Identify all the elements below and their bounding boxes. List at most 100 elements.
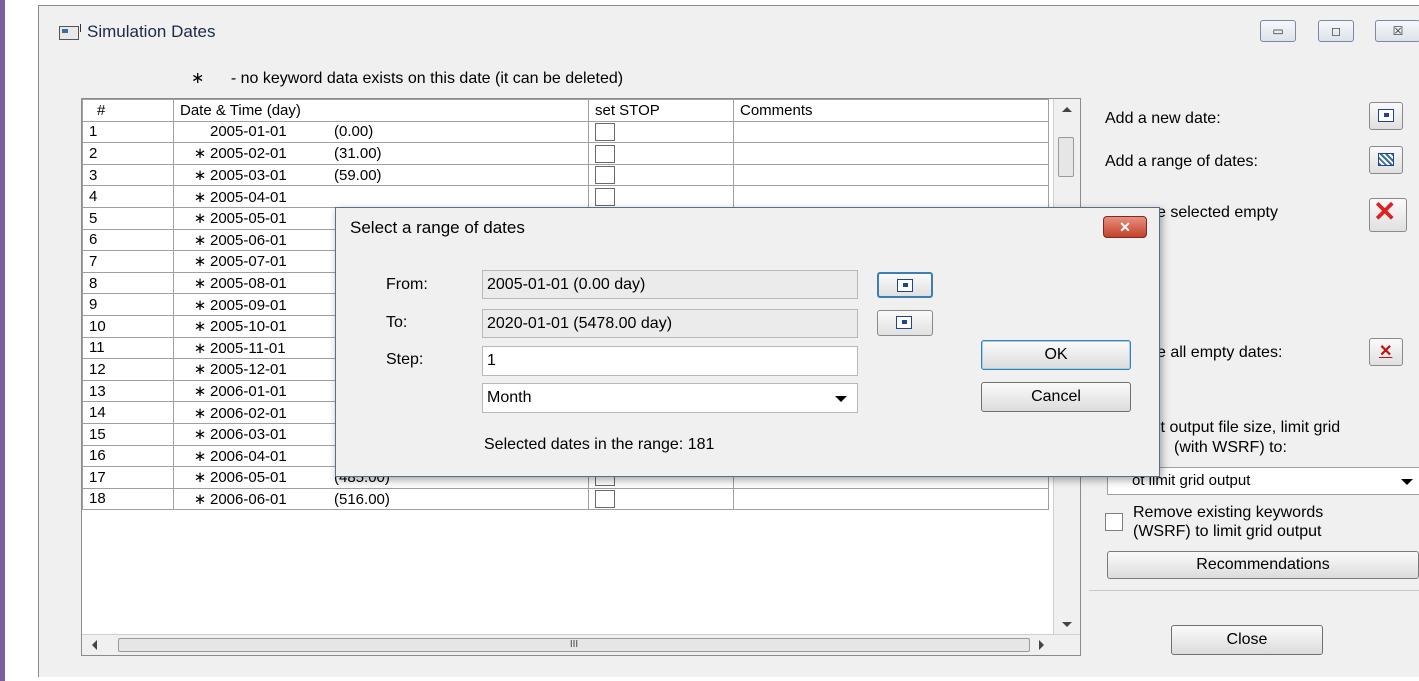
asterisk-icon: ∗ (193, 210, 207, 228)
delete-all-label: e all empty dates: (1157, 344, 1283, 361)
day-offset: (31.00) (334, 145, 382, 163)
set-stop-cell (588, 142, 734, 165)
comment-cell[interactable] (733, 185, 1049, 208)
table-row[interactable]: 4 ∗ 2005-04-01 (82, 185, 1049, 208)
maximize-button[interactable]: ◻ (1318, 20, 1354, 42)
row-number: 16 (82, 444, 174, 468)
calendar-range-icon (1378, 153, 1394, 166)
comment-cell[interactable] (733, 120, 1049, 144)
vertical-scroll-thumb[interactable] (1058, 137, 1074, 177)
delete-all-icon: ✕ (1379, 343, 1393, 360)
calendar-icon (896, 316, 912, 329)
add-range-label: Add a range of dates: (1105, 153, 1258, 170)
date-cell[interactable]: ∗ 2005-02-01 (31.00) (173, 142, 589, 165)
step-label: Step: (386, 351, 424, 368)
table-row[interactable]: 1 2005-01-01 (0.00) (82, 120, 1049, 144)
date-value: 2006-04-01 (210, 447, 287, 465)
set-stop-cell (588, 120, 734, 144)
step-unit-value: Month (487, 389, 532, 406)
row-number: 17 (82, 466, 174, 489)
set-stop-checkbox[interactable] (595, 144, 615, 163)
set-stop-checkbox[interactable] (595, 122, 615, 141)
date-value: 2005-12-01 (210, 361, 287, 379)
date-value: 2005-11-01 (210, 339, 286, 357)
remove-keywords-checkbox[interactable] (1105, 513, 1123, 531)
add-range-button[interactable] (1369, 146, 1403, 174)
date-value: 2005-07-01 (210, 253, 287, 271)
close-button[interactable]: Close (1171, 625, 1323, 655)
table-row[interactable]: 2 ∗ 2005-02-01 (31.00) (82, 142, 1049, 165)
header-row: # Date & Time (day) set STOP Comments (82, 99, 1049, 122)
recommendations-button[interactable]: Recommendations (1107, 551, 1419, 579)
asterisk-icon: ∗ (193, 318, 207, 336)
row-number: 2 (82, 142, 174, 165)
asterisk-icon: ∗ (193, 188, 207, 206)
table-row[interactable]: 18 ∗ 2006-06-01 (516.00) (82, 487, 1049, 511)
red-x-icon: ✕ (1373, 196, 1397, 227)
column-header-number[interactable]: # (82, 99, 174, 122)
comment-cell[interactable] (733, 142, 1049, 165)
horizontal-scroll-thumb[interactable]: III (118, 638, 1030, 652)
cancel-button[interactable]: Cancel (981, 382, 1131, 412)
date-value: 2005-05-01 (210, 210, 287, 228)
dialog-title: Select a range of dates (350, 218, 525, 237)
date-cell[interactable]: ∗ 2005-03-01 (59.00) (173, 163, 589, 187)
asterisk-icon: ∗ (191, 70, 205, 87)
horizontal-scrollbar[interactable]: III (82, 634, 1080, 655)
date-cell[interactable]: ∗ 2006-06-01 (516.00) (173, 487, 589, 511)
delete-all-button[interactable]: ✕ (1369, 338, 1403, 366)
scroll-down-icon[interactable] (1062, 622, 1072, 627)
row-number: 6 (82, 228, 174, 252)
scroll-up-icon[interactable] (1062, 107, 1072, 112)
date-cell[interactable]: 2005-01-01 (0.00) (173, 120, 589, 144)
legend: ∗ - no keyword data exists on this date … (191, 68, 623, 88)
remove-keywords-line1: Remove existing keywords (1133, 504, 1324, 521)
set-stop-checkbox[interactable] (595, 187, 615, 206)
comment-cell[interactable] (733, 487, 1049, 511)
remove-keywords-line2: (WSRF) to limit grid output (1133, 523, 1322, 540)
row-number: 4 (82, 185, 174, 208)
minimize-button[interactable]: ▭ (1260, 20, 1296, 42)
asterisk-icon: ∗ (193, 339, 207, 357)
row-number: 11 (82, 336, 174, 360)
date-value: 2006-06-01 (210, 490, 287, 508)
dropdown-arrow-icon[interactable] (835, 396, 847, 402)
table-row[interactable]: 3 ∗ 2005-03-01 (59.00) (82, 163, 1049, 187)
date-cell[interactable]: ∗ 2005-04-01 (173, 185, 589, 208)
column-header-comments[interactable]: Comments (733, 99, 1049, 122)
add-new-date-button[interactable] (1369, 102, 1403, 130)
row-number: 5 (82, 206, 174, 230)
asterisk-icon: ∗ (193, 383, 207, 401)
day-offset: (0.00) (334, 123, 374, 141)
set-stop-checkbox[interactable] (595, 166, 615, 185)
from-calendar-button[interactable] (877, 272, 933, 298)
date-value: 2005-06-01 (210, 231, 287, 249)
ok-button[interactable]: OK (981, 340, 1131, 370)
remove-keywords-label: Remove existing keywords (WSRF) to limit… (1133, 503, 1323, 541)
panel-divider (1089, 590, 1419, 591)
dropdown-arrow-icon[interactable] (1401, 479, 1413, 485)
legend-text: - no keyword data exists on this date (i… (230, 70, 624, 87)
column-header-set-stop[interactable]: set STOP (588, 99, 734, 122)
app-icon (59, 24, 81, 40)
step-unit-dropdown[interactable]: Month (482, 383, 858, 413)
scroll-left-icon[interactable] (92, 640, 97, 650)
step-input[interactable]: 1 (482, 346, 858, 376)
to-calendar-button[interactable] (877, 310, 933, 336)
set-stop-checkbox[interactable] (595, 490, 615, 508)
from-label: From: (386, 276, 428, 293)
calendar-icon (1378, 109, 1394, 122)
comment-cell[interactable] (733, 163, 1049, 187)
delete-selected-button[interactable]: ✕ (1369, 196, 1407, 232)
date-value: 2005-03-01 (210, 167, 287, 185)
asterisk-icon: ∗ (193, 145, 207, 163)
row-number: 14 (82, 401, 174, 424)
column-header-date[interactable]: Date & Time (day) (173, 99, 589, 122)
close-window-button[interactable]: ☒ (1375, 20, 1419, 42)
date-value: 2005-10-01 (210, 318, 287, 336)
day-offset: (516.00) (334, 490, 390, 508)
row-number: 10 (82, 314, 174, 338)
scroll-right-icon[interactable] (1039, 640, 1044, 650)
dialog-close-button[interactable]: ✕ (1103, 216, 1147, 238)
set-stop-cell (588, 487, 734, 511)
